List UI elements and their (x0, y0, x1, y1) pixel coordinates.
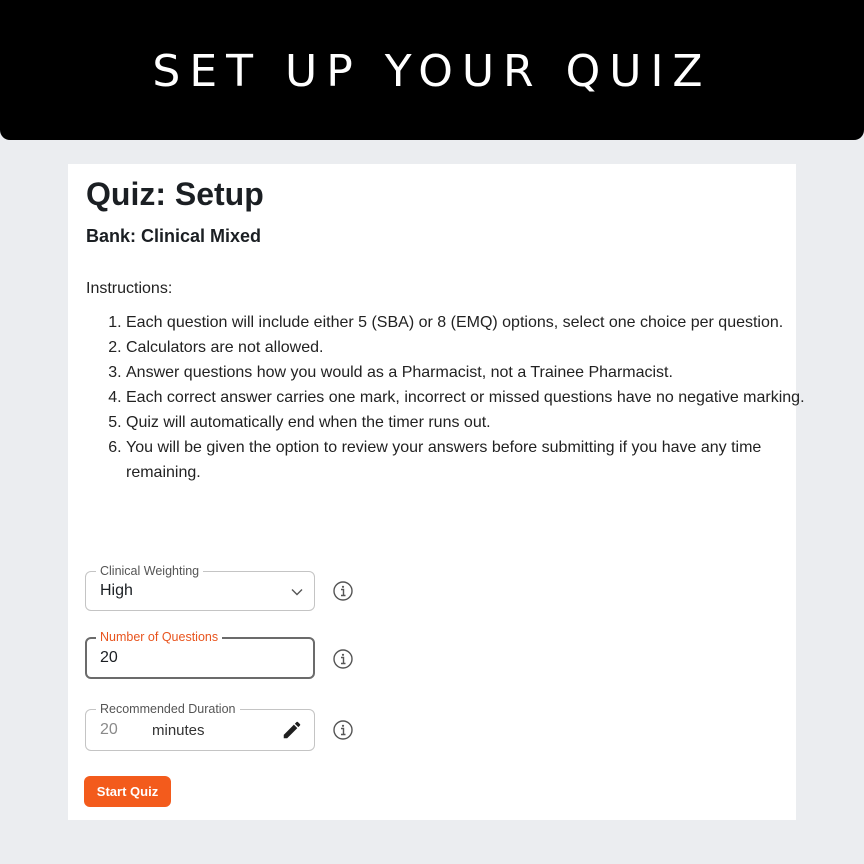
quiz-setup-card: Quiz: Setup Bank: Clinical Mixed Instruc… (68, 164, 805, 820)
page-title: Quiz: Setup (86, 176, 264, 212)
number-of-questions-input[interactable]: Number of Questions 20 (85, 629, 315, 679)
instruction-item: Each question will include either 5 (SBA… (126, 310, 816, 335)
pencil-icon[interactable] (281, 719, 303, 746)
duration-unit: minutes (152, 722, 205, 739)
header-banner: SET UP YOUR QUIZ (0, 0, 864, 140)
info-icon[interactable] (332, 719, 354, 741)
instruction-item: Each correct answer carries one mark, in… (126, 385, 816, 410)
number-of-questions-value: 20 (100, 649, 118, 666)
info-icon[interactable] (332, 648, 354, 670)
instruction-item: Calculators are not allowed. (126, 335, 816, 360)
number-of-questions-label: Number of Questions (96, 629, 223, 645)
clinical-weighting-value: High (100, 582, 133, 599)
instructions-heading: Instructions: (86, 280, 173, 297)
chevron-down-icon[interactable] (290, 585, 304, 604)
recommended-duration-field[interactable]: Recommended Duration 20 minutes (85, 701, 315, 751)
info-icon[interactable] (332, 580, 354, 602)
instruction-item: Quiz will automatically end when the tim… (126, 410, 816, 435)
instruction-item: Answer questions how you would as a Phar… (126, 360, 816, 385)
instructions-list: Each question will include either 5 (SBA… (86, 310, 816, 485)
banner-title: SET UP YOUR QUIZ (152, 45, 712, 97)
recommended-duration-value: 20 (100, 721, 118, 738)
clinical-weighting-select[interactable]: Clinical Weighting High (85, 563, 315, 611)
recommended-duration-label: Recommended Duration (96, 701, 240, 717)
bank-label: Bank: Clinical Mixed (86, 226, 262, 246)
clinical-weighting-label: Clinical Weighting (96, 563, 204, 579)
instruction-item: You will be given the option to review y… (126, 435, 816, 485)
start-quiz-button[interactable]: Start Quiz (84, 776, 171, 807)
